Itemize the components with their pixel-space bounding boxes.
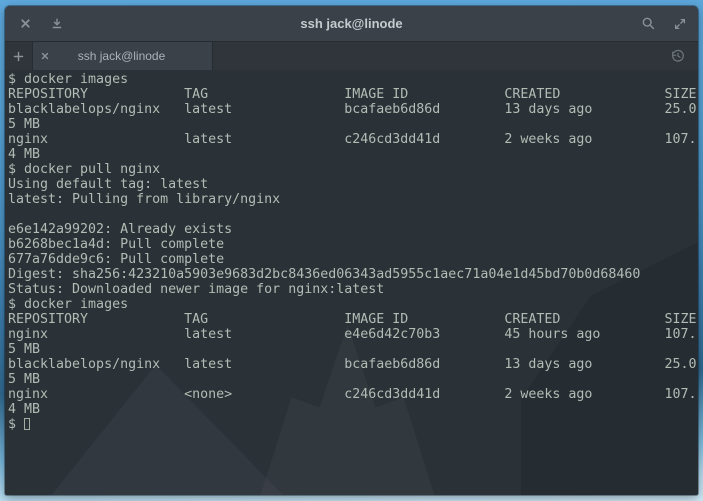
close-icon[interactable]: [17, 16, 33, 32]
terminal-window: ssh jack@linode ssh jack@linode: [5, 6, 698, 495]
tab-close-icon[interactable]: [39, 50, 51, 62]
terminal-output[interactable]: $ docker imagesREPOSITORY TAG IMAGE ID C…: [5, 70, 698, 495]
terminal-line: 677a76dde9c6: Pull complete: [8, 252, 698, 267]
terminal-line: $ docker images: [8, 72, 698, 87]
terminal-line: e6e142a99202: Already exists: [8, 222, 698, 237]
terminal-line: nginx latest e4e6d42c70b3 45 hours ago 1…: [8, 327, 698, 342]
titlebar[interactable]: ssh jack@linode: [5, 6, 698, 42]
terminal-line: $ docker images: [8, 297, 698, 312]
terminal-line: nginx latest c246cd3dd41d 2 weeks ago 10…: [8, 132, 698, 147]
terminal-line: 5 MB: [8, 372, 698, 387]
tab-label: ssh jack@linode: [51, 49, 204, 63]
terminal-cursor: [24, 418, 30, 430]
history-icon[interactable]: [670, 48, 686, 64]
window-title: ssh jack@linode: [5, 6, 698, 42]
tab-ssh-jack-linode[interactable]: ssh jack@linode: [33, 42, 213, 70]
titlebar-left-controls: [5, 16, 65, 32]
fullscreen-icon[interactable]: [672, 16, 688, 32]
terminal-line: Status: Downloaded newer image for nginx…: [8, 282, 698, 297]
terminal-line: blacklabelops/nginx latest bcafaeb6d86d …: [8, 357, 698, 372]
terminal-line: Using default tag: latest: [8, 177, 698, 192]
terminal-line: b6268bec1a4d: Pull complete: [8, 237, 698, 252]
terminal-line: 5 MB: [8, 117, 698, 132]
terminal-line: 5 MB: [8, 342, 698, 357]
terminal-line: REPOSITORY TAG IMAGE ID CREATED SIZE: [8, 87, 698, 102]
desktop: { "colors": { "desktop_top": "#5ba4da", …: [0, 0, 703, 501]
terminal-line: [8, 207, 698, 222]
terminal-line: Digest: sha256:423210a5903e9683d2bc8436e…: [8, 267, 698, 282]
terminal-line: $ docker pull nginx: [8, 162, 698, 177]
terminal-line: latest: Pulling from library/nginx: [8, 192, 698, 207]
terminal-line: REPOSITORY TAG IMAGE ID CREATED SIZE: [8, 312, 698, 327]
tabbar: ssh jack@linode: [5, 42, 698, 70]
prompt-line: $: [8, 417, 698, 432]
terminal-line: 4 MB: [8, 402, 698, 417]
terminal-line: nginx <none> c246cd3dd41d 2 weeks ago 10…: [8, 387, 698, 402]
prompt-text: $: [8, 417, 24, 432]
titlebar-right-controls: [640, 16, 698, 32]
terminal-line: 4 MB: [8, 147, 698, 162]
tabbar-spacer: [213, 42, 670, 70]
new-tab-button[interactable]: [5, 42, 33, 70]
download-icon[interactable]: [49, 16, 65, 32]
plus-icon: [11, 48, 27, 64]
search-icon[interactable]: [640, 16, 656, 32]
terminal-lines: $ docker imagesREPOSITORY TAG IMAGE ID C…: [8, 72, 698, 417]
terminal-line: blacklabelops/nginx latest bcafaeb6d86d …: [8, 102, 698, 117]
